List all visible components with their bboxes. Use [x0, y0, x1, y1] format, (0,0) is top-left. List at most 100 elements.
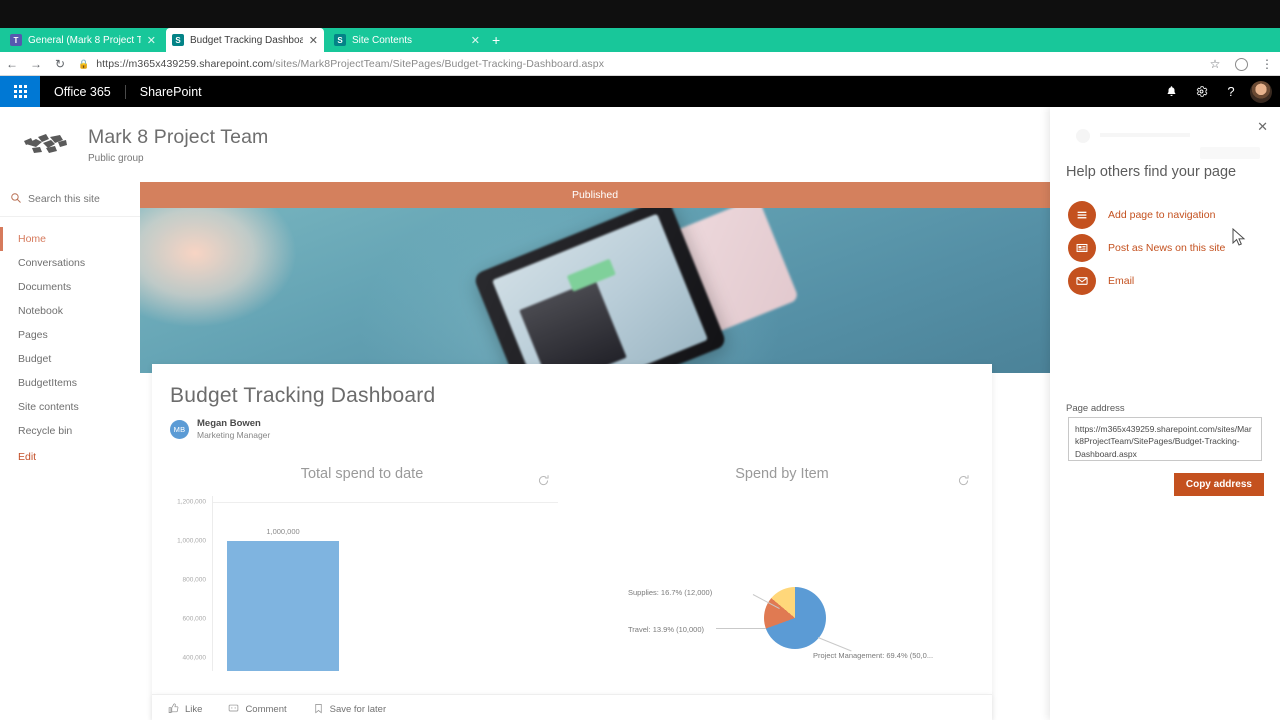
- comment-button[interactable]: Comment: [228, 703, 287, 717]
- tab-title: Budget Tracking Dashboard: [190, 34, 303, 46]
- leader-line: [817, 637, 852, 652]
- search-icon: [10, 192, 28, 207]
- teams-icon: T: [10, 34, 22, 46]
- news-icon: [1068, 234, 1096, 262]
- sidebar-item-conversations[interactable]: Conversations: [0, 251, 140, 275]
- page-action-bar: Like Comment Save for later: [152, 694, 992, 720]
- gear-icon[interactable]: [1186, 76, 1216, 107]
- mail-icon: [1068, 267, 1096, 295]
- sidebar-item-pages[interactable]: Pages: [0, 323, 140, 347]
- email-button[interactable]: Email: [1068, 267, 1134, 295]
- sidebar-item-budgetitems[interactable]: BudgetItems: [0, 371, 140, 395]
- ytick: 800,000: [182, 576, 207, 584]
- panel-divider: [1066, 462, 1262, 463]
- office365-suite-bar: Office 365 SharePoint ?: [0, 76, 1280, 107]
- bar-data-label: 1,000,000: [266, 527, 300, 536]
- ytick: 1,000,000: [177, 537, 206, 545]
- hero-screen-dark-area: [519, 279, 627, 373]
- browser-tab-3[interactable]: S Site Contents ✕: [328, 28, 486, 52]
- page-address-label: Page address: [1066, 403, 1125, 414]
- bookmark-icon: [313, 703, 324, 717]
- sidebar-item-recycle-bin[interactable]: Recycle bin: [0, 419, 140, 443]
- help-icon[interactable]: ?: [1216, 76, 1246, 107]
- pie-label-project-management: Project Management: 69.4% (50,0...: [813, 651, 934, 660]
- tab-title: Site Contents: [352, 34, 413, 46]
- site-logo: [22, 128, 68, 162]
- suite-app-label[interactable]: SharePoint: [126, 85, 216, 99]
- thumbs-up-icon: [168, 703, 179, 717]
- address-bar[interactable]: 🔒 https://m365x439259.sharepoint.com/sit…: [78, 55, 1202, 73]
- ytick: 400,000: [182, 654, 207, 662]
- user-avatar[interactable]: [1250, 80, 1272, 103]
- refresh-icon[interactable]: [537, 474, 550, 490]
- search-box[interactable]: [0, 182, 140, 217]
- hamburger-icon: [1068, 201, 1096, 229]
- pie-label-supplies: Supplies: 16.7% (12,000): [628, 588, 713, 597]
- webpart-total-spend: Total spend to date 1,200,000 1,000,000 …: [152, 460, 572, 671]
- share-panel: ✕ Help others find your page Add page to…: [1050, 107, 1280, 720]
- panel-heading: Help others find your page: [1066, 164, 1237, 180]
- reload-button[interactable]: ↻: [48, 52, 72, 76]
- site-navigation: Home Conversations Documents Notebook Pa…: [0, 182, 140, 720]
- new-tab-button[interactable]: +: [492, 32, 500, 48]
- sidebar-item-budget[interactable]: Budget: [0, 347, 140, 371]
- ytick: 1,200,000: [177, 498, 206, 506]
- page-canvas: Published Budget Tracking Dashboard MB M…: [140, 182, 1050, 720]
- sidebar-edit-link[interactable]: Edit: [0, 445, 140, 469]
- bar[interactable]: [227, 541, 339, 671]
- post-as-news-button[interactable]: Post as News on this site: [1068, 234, 1225, 262]
- sidebar-item-documents[interactable]: Documents: [0, 275, 140, 299]
- site-header: Mark 8 Project Team Public group: [0, 107, 1050, 182]
- page-content-card: Budget Tracking Dashboard MB Megan Bowen…: [152, 364, 992, 720]
- save-for-later-button[interactable]: Save for later: [313, 703, 387, 717]
- search-input[interactable]: [28, 193, 128, 205]
- site-title[interactable]: Mark 8 Project Team: [88, 126, 268, 149]
- bookmark-star-icon[interactable]: ☆: [1202, 52, 1228, 76]
- sidebar-item-site-contents[interactable]: Site contents: [0, 395, 140, 419]
- address-bar-text: https://m365x439259.sharepoint.com/sites…: [96, 58, 605, 70]
- notifications-bell-icon[interactable]: [1156, 76, 1186, 107]
- close-icon[interactable]: ✕: [147, 34, 156, 47]
- lock-icon: 🔒: [78, 58, 90, 69]
- page-address-input[interactable]: [1068, 417, 1262, 461]
- chart-title-bar: Total spend to date: [300, 466, 424, 482]
- browser-tab-1[interactable]: T General (Mark 8 Project Team) | ✕: [4, 28, 162, 52]
- browser-toolbar: ← → ↻ 🔒 https://m365x439259.sharepoint.c…: [0, 52, 1280, 76]
- sidebar-item-home[interactable]: Home: [0, 227, 140, 251]
- browser-window: T General (Mark 8 Project Team) | ✕ S Bu…: [0, 0, 1280, 720]
- pie-slices[interactable]: [764, 587, 826, 649]
- mouse-cursor: [1232, 227, 1246, 248]
- author-role: Marketing Manager: [197, 430, 271, 440]
- browser-tab-2[interactable]: S Budget Tracking Dashboard ✕: [166, 28, 324, 52]
- forward-button[interactable]: →: [24, 52, 48, 76]
- suite-brand-label[interactable]: Office 365: [40, 85, 125, 99]
- author-name[interactable]: Megan Bowen: [197, 418, 270, 429]
- profile-avatar-icon[interactable]: [1228, 52, 1254, 76]
- close-icon[interactable]: ✕: [471, 34, 480, 47]
- leader-line: [716, 628, 766, 629]
- suite-bar-actions: ?: [1156, 76, 1280, 107]
- page-title: Budget Tracking Dashboard: [170, 384, 436, 407]
- browser-tabstrip: T General (Mark 8 Project Team) | ✕ S Bu…: [0, 28, 1280, 75]
- copy-address-button[interactable]: Copy address: [1173, 473, 1264, 496]
- app-launcher-icon[interactable]: [0, 76, 40, 107]
- gridline: [213, 502, 558, 503]
- sidebar-item-notebook[interactable]: Notebook: [0, 299, 140, 323]
- like-button[interactable]: Like: [168, 703, 202, 717]
- webpart-row: Total spend to date 1,200,000 1,000,000 …: [152, 460, 992, 671]
- like-label: Like: [185, 704, 203, 715]
- pie-chart: Supplies: 16.7% (12,000) Travel: 13.9% (…: [578, 482, 986, 660]
- browser-menu-icon[interactable]: ⋮: [1254, 52, 1280, 76]
- post-as-news-label: Post as News on this site: [1108, 242, 1226, 254]
- back-button[interactable]: ←: [0, 52, 24, 76]
- close-icon[interactable]: ✕: [309, 34, 318, 47]
- pie-label-travel: Travel: 13.9% (10,000): [628, 625, 705, 634]
- webpart-spend-by-item: Spend by Item Supplies: 16.7% (12,000) T…: [572, 460, 992, 671]
- add-page-to-navigation-label: Add page to navigation: [1108, 209, 1216, 221]
- add-page-to-navigation-button[interactable]: Add page to navigation: [1068, 201, 1215, 229]
- bar-chart: 1,200,000 1,000,000 800,000 600,000 400,…: [158, 496, 566, 671]
- save-for-later-label: Save for later: [329, 704, 387, 715]
- site-subtitle: Public group: [88, 152, 144, 164]
- close-icon[interactable]: ✕: [1257, 119, 1268, 135]
- chart-title-pie: Spend by Item: [735, 466, 829, 482]
